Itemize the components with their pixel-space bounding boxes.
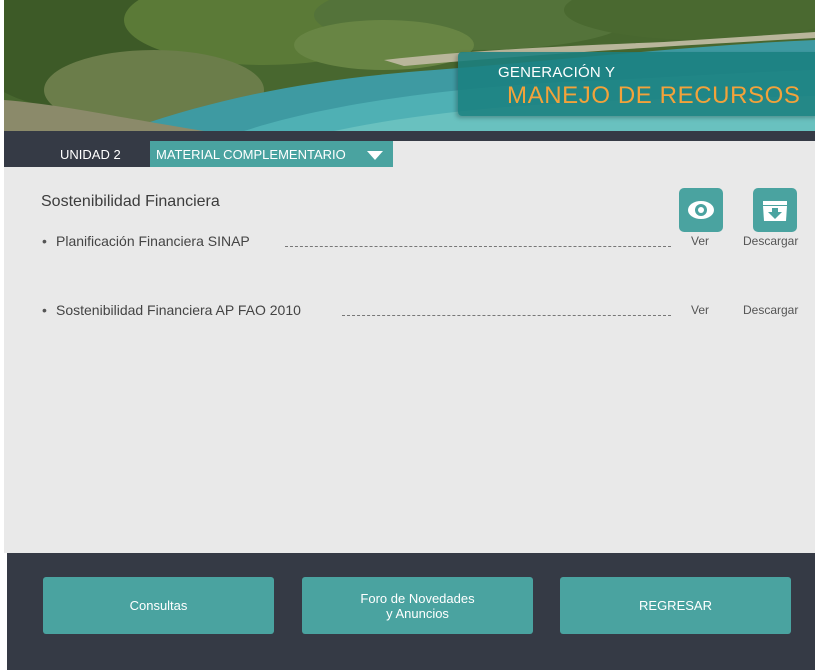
module-title-box: GENERACIÓN Y MANEJO DE RECURSOS: [458, 52, 815, 116]
nav-unit-tab[interactable]: UNIDAD 2: [0, 141, 150, 167]
item-label: Sostenibilidad Financiera AP FAO 2010: [56, 302, 301, 318]
dotted-leader: [285, 246, 671, 247]
header-banner: GENERACIÓN Y MANEJO DE RECURSOS: [4, 0, 815, 131]
section-title: Sostenibilidad Financiera: [41, 193, 220, 210]
bullet: •: [42, 233, 47, 249]
chevron-down-icon: [367, 151, 383, 160]
bullet: •: [42, 302, 47, 318]
list-item: • Planificación Financiera SINAP Ver Des…: [4, 233, 815, 253]
list-item: • Sostenibilidad Financiera AP FAO 2010 …: [4, 302, 815, 322]
footer-bar: Consultas Foro de Novedades y Anuncios R…: [7, 553, 815, 670]
forum-label-line1: Foro de Novedades: [360, 590, 475, 606]
download-link[interactable]: Descargar: [743, 234, 798, 248]
nav-material-label: MATERIAL COMPLEMENTARIO: [156, 147, 346, 162]
consultas-label: Consultas: [129, 598, 188, 613]
back-button[interactable]: REGRESAR: [560, 577, 791, 634]
content-panel: Sostenibilidad Financiera • Planificació…: [4, 167, 815, 553]
nav-bar-strip: [0, 131, 815, 141]
download-folder-icon[interactable]: [753, 188, 797, 232]
download-link[interactable]: Descargar: [743, 303, 798, 317]
view-link[interactable]: Ver: [691, 234, 709, 248]
forum-label-line2: y Anuncios: [386, 605, 449, 621]
dotted-leader: [342, 315, 671, 316]
module-title-line1: GENERACIÓN Y: [498, 64, 616, 81]
nav-bar: UNIDAD 2 MATERIAL COMPLEMENTARIO: [0, 131, 815, 167]
module-title-line2: MANEJO DE RECURSOS: [507, 82, 801, 109]
forum-button[interactable]: Foro de Novedades y Anuncios: [302, 577, 533, 634]
back-label: REGRESAR: [639, 598, 712, 613]
nav-material-dropdown[interactable]: MATERIAL COMPLEMENTARIO: [150, 141, 393, 167]
view-link[interactable]: Ver: [691, 303, 709, 317]
view-eye-icon[interactable]: [679, 188, 723, 232]
forum-label: Foro de Novedades y Anuncios: [360, 591, 474, 621]
consultas-button[interactable]: Consultas: [43, 577, 274, 634]
item-label: Planificación Financiera SINAP: [56, 233, 250, 249]
